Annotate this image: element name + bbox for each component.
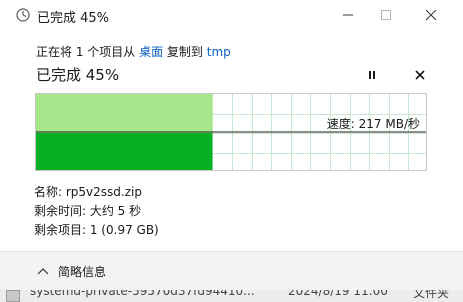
file-icon [6,290,20,302]
footer-bar: 简略信息 [0,252,463,292]
background-file-row: systemd-private-59570d37fd94410... 2024/… [0,290,463,302]
close-icon [425,9,437,21]
cancel-icon [415,70,425,80]
transfer-speed-graph: 速度: 217 MB/秒 [35,93,427,171]
chevron-up-icon[interactable] [37,267,49,275]
cancel-copy-button[interactable] [413,69,427,81]
source-folder-link[interactable]: 桌面 [139,45,163,59]
items-remaining-line: 剩余项目: 1 (0.97 GB) [34,223,159,237]
window-title: 已完成 45% [37,11,110,26]
speed-fill-area [36,133,213,170]
background-file-name: systemd-private-59570d37fd94410... [30,290,255,298]
maximize-button[interactable] [363,0,409,31]
copy-description: 正在将 1 个项目从 桌面 复制到 tmp [36,43,231,60]
minimize-icon [343,14,353,16]
close-button[interactable] [408,0,454,31]
copy-middle-text: 复制到 [163,45,207,59]
copy-prefix-text: 正在将 1 个项目从 [36,45,140,59]
copy-progress-window: 已完成 45% 正在将 1 个项目从 桌面 复制到 tmp 已完成 45% 速度… [0,0,463,302]
pause-button[interactable] [365,69,379,81]
pause-icon [369,71,371,79]
file-name-line: 名称: rp5v2ssd.zip [34,185,142,199]
background-file-type: 文件夹 [413,290,450,300]
progress-title: 已完成 45% [36,66,120,84]
destination-folder-link[interactable]: tmp [207,45,231,59]
fewer-details-toggle[interactable]: 简略信息 [58,263,106,280]
maximize-icon [381,10,391,20]
time-remaining-line: 剩余时间: 大约 5 秒 [34,204,142,218]
title-bar[interactable]: 已完成 45% [0,0,463,31]
speed-label: 速度: 217 MB/秒 [326,117,420,131]
clock-icon [16,8,30,22]
background-file-date: 2024/8/19 11:00 [288,290,388,298]
